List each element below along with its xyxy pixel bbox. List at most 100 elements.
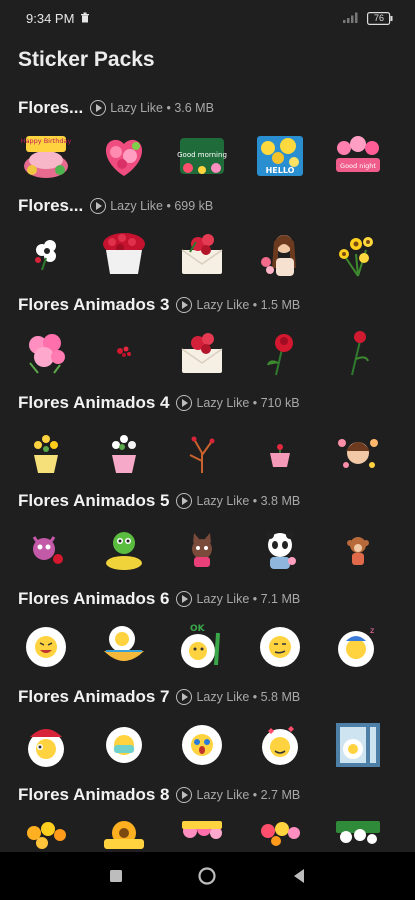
play-icon [176,787,193,803]
sticker-daisy-ok[interactable]: OK [176,621,228,673]
sticker-daisy-window[interactable] [332,719,384,771]
sticker-flower-pot-white[interactable] [98,425,150,477]
page-title: Sticker Packs [18,48,155,71]
sticker-pack[interactable]: Flores Animados 6 Lazy Like • 7.1 MB OK … [0,587,415,681]
pack-size: 710 kB [260,396,300,410]
pack-size: 5.8 MB [260,690,301,704]
pack-name: Flores... [18,98,84,117]
sticker-pack[interactable]: Flores Animados 4 Lazy Like • 710 kB [0,391,415,485]
sticker-small-pot[interactable] [254,425,306,477]
sticker-text: Happy Birthday [21,137,72,145]
sticker-pack[interactable]: Flores Animados 5 Lazy Like • 3.8 MB [0,489,415,583]
trash-icon [80,11,90,26]
pack-author: Lazy Like [196,494,250,508]
sticker-birthday-cake[interactable]: Happy Birthday [20,130,72,182]
battery-icon: 76 [367,11,393,25]
pack-name: Flores Animados 7 [18,687,170,706]
sticker-daisy-bath[interactable] [98,621,150,673]
dot-separator: • [249,494,261,508]
sticker-pink-bouquet[interactable] [20,327,72,379]
sticker-text: Good morning [177,151,227,159]
pack-author: Lazy Like [110,199,163,213]
sticker-girl-flowers[interactable] [254,228,306,280]
sticker-icon: z [370,626,374,635]
navigation-bar [0,852,415,900]
sticker-text: OK [190,624,206,634]
sticker-rose-box[interactable] [98,228,150,280]
back-button[interactable] [284,861,314,891]
sticker-pack[interactable]: Flores... Lazy Like • 699 kB [0,194,415,288]
pack-name: Flores Animados 5 [18,491,170,510]
sticker-daisy-sleeping[interactable]: z [332,621,384,673]
sticker-pack[interactable]: Flores... Lazy Like • 3.6 MB Happy Birth… [0,96,415,190]
sticker-turtle[interactable] [98,523,150,575]
status-bar: 9:34 PM 76 [0,0,415,36]
pack-author: Lazy Like [196,396,250,410]
pack-name: Flores Animados 4 [18,393,170,412]
sticker-panda[interactable] [254,523,306,575]
play-icon [176,591,193,607]
pack-size: 3.8 MB [260,494,301,508]
play-icon [176,493,193,509]
pack-size: 7.1 MB [260,592,301,606]
sticker-text: Good night [340,162,376,170]
dot-separator: • [163,199,175,213]
sticker-rose-envelope[interactable] [176,327,228,379]
pack-author: Lazy Like [196,592,250,606]
sticker-daisy-mask[interactable] [98,719,150,771]
pack-name: Flores Animados 8 [18,785,170,804]
recent-apps-button[interactable] [101,861,131,891]
dot-separator: • [163,101,175,115]
pack-author: Lazy Like [110,101,163,115]
dot-separator: • [249,298,261,312]
sticker-good-morning[interactable]: Good morning [176,130,228,182]
pack-name: Flores Animados 6 [18,589,170,608]
pack-name: Flores... [18,196,84,215]
sticker-daisy-smirk[interactable] [254,621,306,673]
play-icon [176,395,193,411]
sticker-cat[interactable] [176,523,228,575]
sticker-rose-stem[interactable] [332,327,384,379]
pack-name: Flores Animados 3 [18,295,170,314]
sticker-girl-face[interactable] [332,425,384,477]
dot-separator: • [249,396,261,410]
play-icon [90,100,107,116]
sticker-pack[interactable]: Flores Animados 7 Lazy Like • 5.8 MB [0,685,415,779]
sticker-monkey[interactable] [332,523,384,575]
play-icon [176,689,193,705]
sticker-daisy-laughing[interactable] [20,621,72,673]
back-triangle-icon [294,869,305,883]
sticker-branches[interactable] [176,425,228,477]
sticker-pack[interactable]: Flores Animados 3 Lazy Like • 1.5 MB [0,293,415,387]
square-icon [109,870,122,882]
sticker-hello-sunflowers[interactable]: HELLO [254,130,306,182]
dot-separator: • [249,788,261,802]
pack-size: 3.6 MB [174,101,214,115]
home-button[interactable] [192,861,222,891]
sticker-rose-envelope[interactable] [176,228,228,280]
sticker-text: HELLO [266,166,295,175]
circle-icon [198,867,217,885]
status-time: 9:34 PM [26,10,75,26]
sticker-daisy-hat[interactable] [20,719,72,771]
sticker-single-rose[interactable] [254,327,306,379]
signal-icon [343,11,359,26]
pack-author: Lazy Like [196,690,250,704]
pack-author: Lazy Like [196,298,250,312]
sticker-pink-creature[interactable] [20,523,72,575]
sticker-flower-pot-yellow[interactable] [20,425,72,477]
battery-level: 76 [373,12,384,23]
dot-separator: • [249,592,261,606]
sticker-red-petals[interactable] [98,327,150,379]
sticker-yellow-flowers[interactable] [332,228,384,280]
pack-author: Lazy Like [196,788,250,802]
sticker-small-flower[interactable] [20,228,72,280]
sticker-pink-roses-heart[interactable] [98,130,150,182]
sticker-good-night[interactable]: Good night [332,130,384,182]
pack-size: 699 kB [174,199,214,213]
sticker-daisy-love[interactable] [254,719,306,771]
sticker-daisy-surprised[interactable] [176,719,228,771]
play-icon [176,297,193,313]
pack-size: 2.7 MB [260,788,301,802]
play-icon [90,198,107,214]
